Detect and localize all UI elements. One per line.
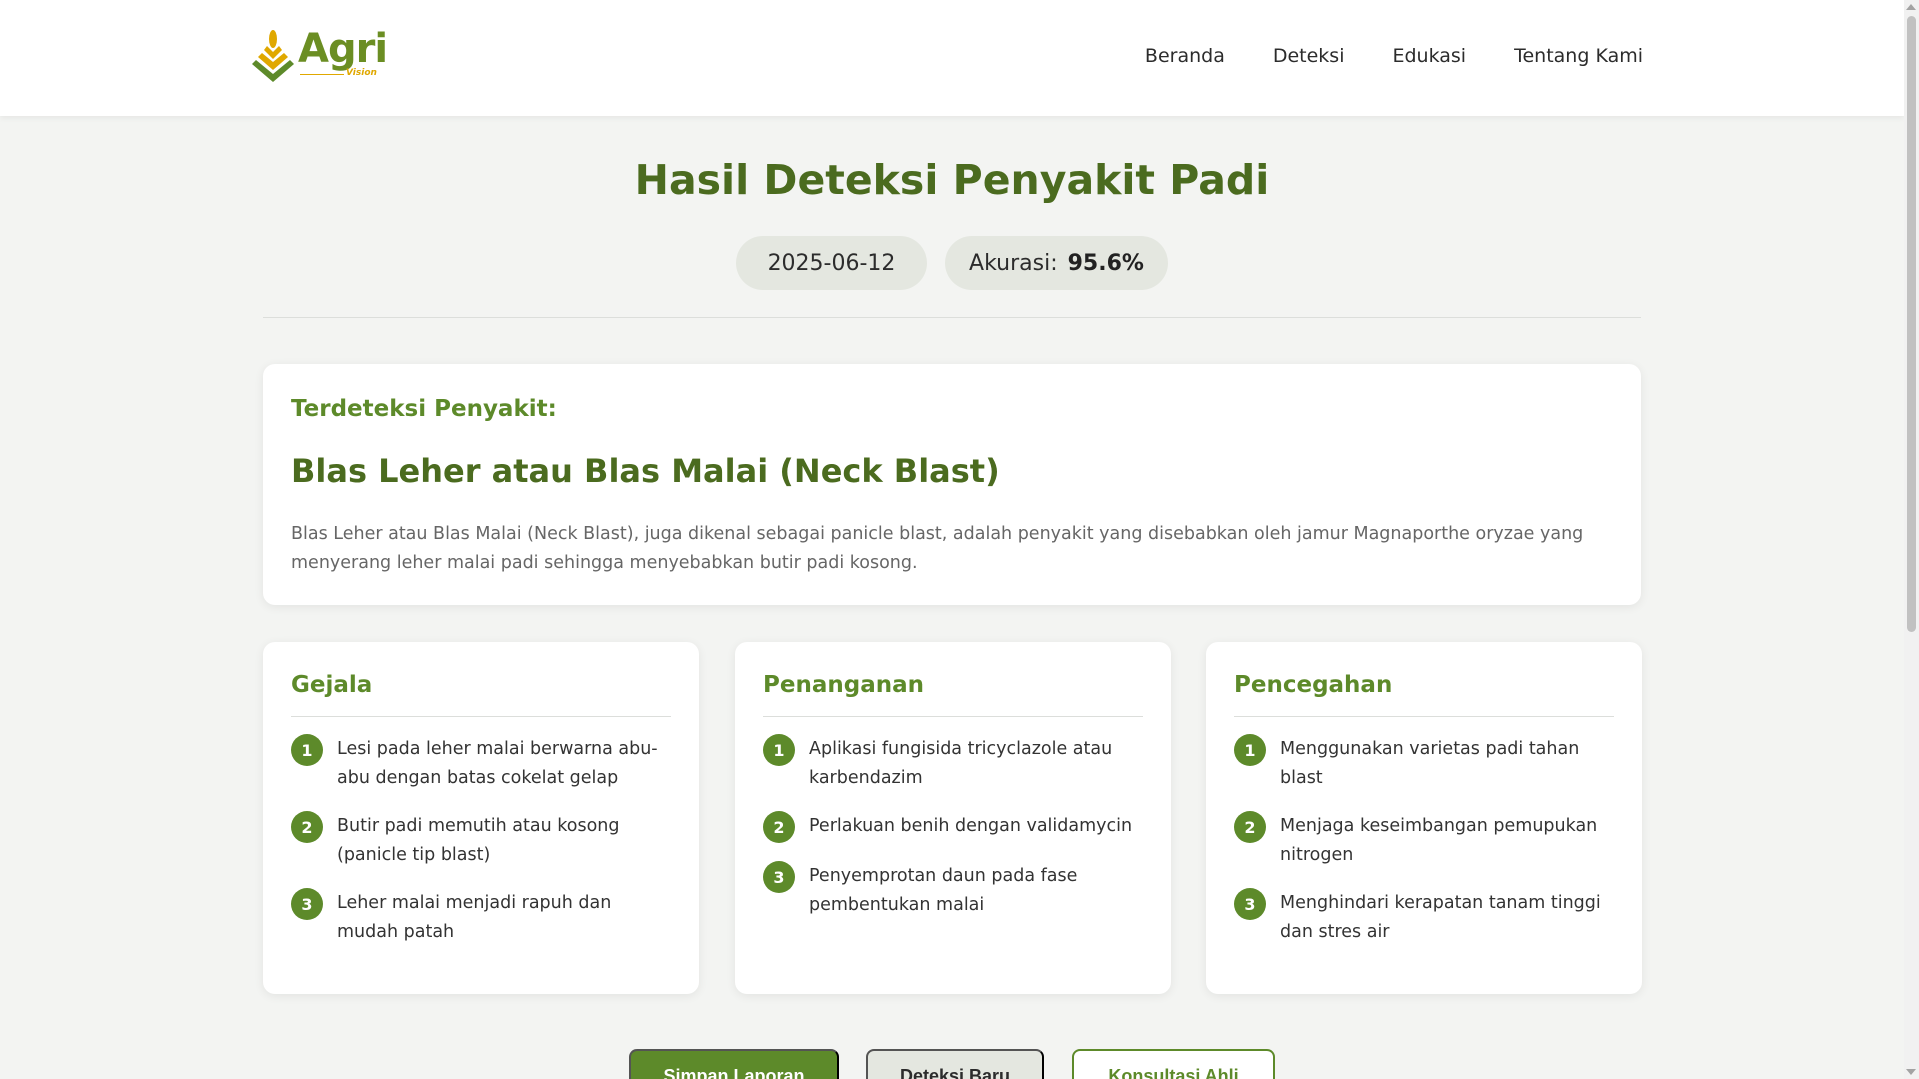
step-number-badge: 1: [763, 734, 795, 766]
nav-link-edukasi[interactable]: Edukasi: [1392, 45, 1466, 67]
date-value: 2025-06-12: [767, 250, 896, 276]
list-item: 2 Butir padi memutih atau kosong (panicle…: [291, 811, 673, 870]
page-scrollbar[interactable]: [1904, 0, 1919, 1079]
symptoms-list: 1 Lesi pada leher malai berwarna abu-abu …: [291, 734, 673, 966]
list-item: 1 Lesi pada leher malai berwarna abu-abu …: [291, 734, 673, 793]
agri-vision-logo[interactable]: Agri Vision: [248, 24, 388, 86]
card-divider: [291, 716, 671, 717]
card-divider: [763, 716, 1143, 717]
save-report-button[interactable]: Simpan Laporan: [629, 1049, 839, 1079]
nav-link-beranda[interactable]: Beranda: [1145, 45, 1225, 67]
treatment-title: Penanganan: [763, 672, 924, 698]
list-item: 1 Aplikasi fungisida tricyclazole atau ka…: [763, 734, 1145, 793]
detected-label: Terdeteksi Penyakit:: [291, 396, 557, 422]
treatment-list: 1 Aplikasi fungisida tricyclazole atau ka…: [763, 734, 1145, 939]
page-title: Hasil Deteksi Penyakit Padi: [634, 156, 1270, 204]
prevention-title: Pencegahan: [1234, 672, 1393, 698]
disease-description: Blas Leher atau Blas Malai (Neck Blast),…: [291, 524, 1584, 573]
scroll-down-arrow-icon[interactable]: [1906, 1069, 1916, 1075]
prevention-card: Pencegahan 1 Menggunakan varietas padi ta…: [1206, 642, 1642, 994]
list-item-text: Perlakuan benih dengan validamycin: [809, 816, 1133, 836]
list-item: 3 Penyemprotan daun pada fase pembentukan…: [763, 861, 1145, 920]
symptoms-card: Gejala 1 Lesi pada leher malai berwarna a…: [263, 642, 699, 994]
prevention-list: 1 Menggunakan varietas padi tahan blast 2…: [1234, 734, 1616, 966]
logo-wordmark: Agri: [298, 26, 388, 72]
list-item-text: Butir padi memutih atau kosong (panicle …: [337, 816, 620, 865]
list-item: 2 Perlakuan benih dengan validamycin: [763, 811, 1145, 843]
list-item-text: Menggunakan varietas padi tahan blast: [1280, 739, 1580, 788]
scrollbar-thumb[interactable]: [1907, 16, 1916, 632]
list-item: 3 Menghindari kerapatan tanam tinggi dan …: [1234, 888, 1616, 947]
step-number-badge: 3: [763, 861, 795, 893]
list-item-text: Leher malai menjadi rapuh dan mudah pata…: [337, 893, 612, 942]
expert-consultation-button[interactable]: Konsultasi Ahli: [1072, 1049, 1275, 1079]
nav-link-tentang-kami[interactable]: Tentang Kami: [1514, 45, 1643, 67]
scroll-up-arrow-icon[interactable]: [1906, 4, 1916, 10]
list-item-text: Menghindari kerapatan tanam tinggi dan s…: [1280, 893, 1601, 942]
step-number-badge: 2: [291, 811, 323, 843]
treatment-card: Penanganan 1 Aplikasi fungisida tricyclaz…: [735, 642, 1171, 994]
list-item: 3 Leher malai menjadi rapuh dan mudah pat…: [291, 888, 673, 947]
list-item: 1 Menggunakan varietas padi tahan blast: [1234, 734, 1616, 793]
list-item-text: Menjaga keseimbangan pemupukan nitrogen: [1280, 816, 1598, 865]
accuracy-badge: Akurasi: 95.6%: [945, 236, 1168, 290]
step-number-badge: 3: [291, 888, 323, 920]
section-divider: [263, 317, 1641, 318]
list-item-text: Lesi pada leher malai berwarna abu-abu d…: [337, 739, 658, 788]
accuracy-value: 95.6%: [1067, 250, 1144, 276]
new-detection-button[interactable]: Deteksi Baru: [866, 1049, 1044, 1079]
logo-underline: [300, 74, 344, 75]
step-number-badge: 3: [1234, 888, 1266, 920]
list-item-text: Aplikasi fungisida tricyclazole atau kar…: [809, 739, 1113, 788]
main-nav: Beranda Deteksi Edukasi Tentang Kami: [1145, 45, 1643, 67]
detection-result-card: Terdeteksi Penyakit: Blas Leher atau Bla…: [263, 364, 1641, 605]
disease-name: Blas Leher atau Blas Malai (Neck Blast): [291, 452, 1000, 490]
accuracy-label: Akurasi:: [969, 250, 1058, 276]
date-badge: 2025-06-12: [736, 236, 927, 290]
rice-plant-logo-icon: [252, 30, 294, 82]
step-number-badge: 1: [1234, 734, 1266, 766]
step-number-badge: 2: [1234, 811, 1266, 843]
list-item: 2 Menjaga keseimbangan pemupukan nitrogen: [1234, 811, 1616, 870]
nav-link-deteksi[interactable]: Deteksi: [1273, 45, 1345, 67]
symptoms-title: Gejala: [291, 672, 373, 698]
site-header: Agri Vision Beranda Deteksi Edukasi Tent…: [0, 0, 1904, 116]
list-item-text: Penyemprotan daun pada fase pembentukan …: [809, 866, 1078, 915]
step-number-badge: 1: [291, 734, 323, 766]
card-divider: [1234, 716, 1614, 717]
step-number-badge: 2: [763, 811, 795, 843]
logo-tagline: Vision: [346, 68, 377, 78]
